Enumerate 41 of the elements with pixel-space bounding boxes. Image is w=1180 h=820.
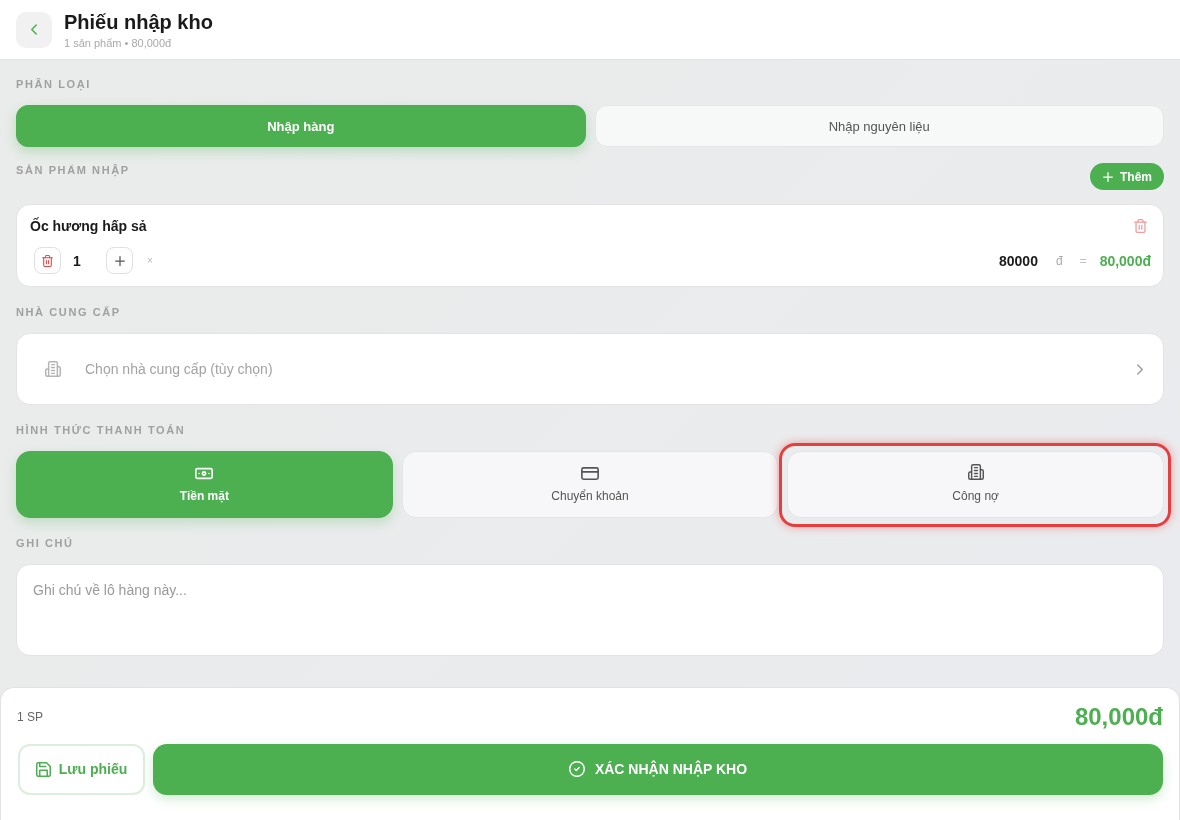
credit-card-icon	[581, 466, 599, 480]
trash-icon	[42, 254, 53, 267]
section-label: SẢN PHẨM NHẬP	[16, 163, 130, 177]
building-icon	[45, 361, 61, 377]
payment-option[interactable]: Tiền mặt	[16, 451, 393, 518]
increase-button[interactable]	[106, 247, 133, 274]
section-label: PHÂN LOẠI	[16, 77, 91, 91]
plus-icon	[114, 255, 125, 266]
product-name: Ốc hương hấp sả	[30, 217, 147, 234]
supplier-select[interactable]: Chọn nhà cung cấp (tùy chọn)	[16, 333, 1164, 405]
save-icon	[35, 761, 51, 777]
currency-unit: đ	[1055, 253, 1063, 268]
category-tab[interactable]: Nhập nguyên liệu	[594, 105, 1164, 147]
category-tab[interactable]: Nhập hàng	[16, 105, 586, 147]
delete-button[interactable]	[34, 247, 61, 274]
banknote-icon	[195, 466, 214, 480]
section-label: GHI CHÚ	[16, 536, 74, 550]
payment-option[interactable]: Chuyển khoản	[401, 451, 779, 518]
payment-option[interactable]: Công nợ	[787, 451, 1164, 518]
section-label: NHÀ CUNG CẤP	[16, 305, 121, 319]
back-chevron-icon	[31, 24, 37, 35]
plus-icon	[1103, 171, 1113, 182]
save-draft-button[interactable]: Lưu phiếu	[18, 743, 145, 795]
confirm-button[interactable]: XÁC NHẬN NHẬP KHO	[153, 743, 1163, 795]
grand-total: 80,000đ	[1074, 702, 1163, 731]
add-button[interactable]: Thêm	[1090, 163, 1164, 190]
line-total: 80,000đ	[1099, 252, 1151, 269]
quantity-value: 1	[73, 252, 82, 269]
unit-price: 80000	[999, 252, 1038, 269]
chevron-right-icon	[1137, 363, 1143, 375]
section-label: HÌNH THỨC THANH TOÁN	[16, 423, 186, 437]
building-icon	[967, 463, 984, 480]
item-count: 1 SP	[17, 709, 43, 724]
trash-icon	[1134, 218, 1147, 233]
check-circle-icon	[568, 761, 585, 778]
remove-product-button[interactable]	[1134, 218, 1147, 233]
page-title: Phiếu nhập kho	[64, 9, 213, 34]
page-subtitle: 1 sản phẩm • 80,000đ	[64, 35, 173, 50]
multiply-sign: ×	[147, 255, 153, 266]
note-field[interactable]: Ghi chú về lô hàng này...	[16, 564, 1164, 656]
equals-sign: =	[1079, 253, 1087, 268]
